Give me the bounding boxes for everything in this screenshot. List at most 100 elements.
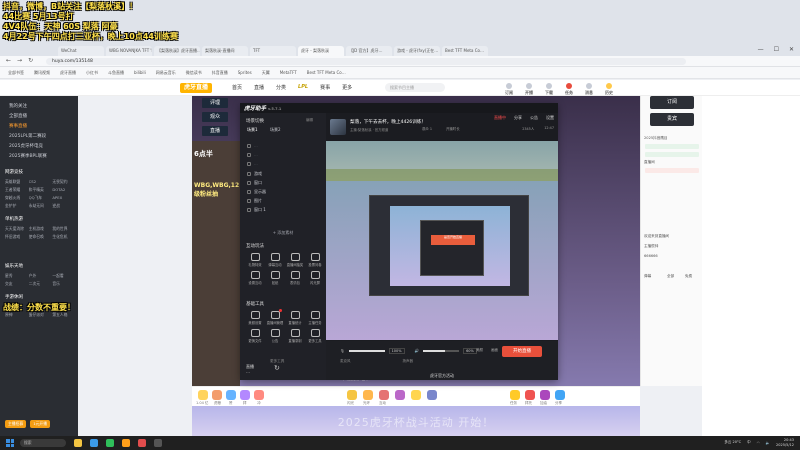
- category-link[interactable]: 逆战: [52, 203, 73, 209]
- bookmark[interactable]: 小红书: [86, 67, 98, 78]
- sidebar-item-all[interactable]: 全部直播: [5, 112, 73, 122]
- tool-button[interactable]: 闪光屏: [306, 271, 324, 285]
- bookmark[interactable]: 抖音直播: [212, 67, 228, 78]
- category-link[interactable]: 我的世界: [52, 226, 73, 232]
- start-stream-button[interactable]: 1元开播: [30, 420, 50, 428]
- tool-button[interactable]: 直播间管理: [266, 309, 284, 325]
- category-link[interactable]: 一起看: [52, 273, 73, 279]
- url-field[interactable]: huya.com/135148: [46, 58, 686, 65]
- bookmark[interactable]: MetaTFT: [280, 67, 297, 78]
- scene-edit-link[interactable]: 编辑: [306, 118, 313, 123]
- category-link[interactable]: QQ飞车: [29, 195, 50, 201]
- sidebar-item-follow[interactable]: 我的关注: [5, 102, 73, 112]
- category-link[interactable]: 使命召唤: [29, 234, 50, 240]
- sidebar-match[interactable]: 2025赛季BPL联赛: [5, 152, 73, 162]
- room-tag[interactable]: 评理: [202, 98, 228, 108]
- gift-icon[interactable]: [395, 390, 405, 400]
- tool-button[interactable]: 表情包: [286, 271, 304, 285]
- gift-icon[interactable]: [411, 390, 421, 400]
- browser-tab[interactable]: TFT: [250, 46, 296, 56]
- task-icon[interactable]: 任务: [565, 83, 573, 96]
- speaker-volume[interactable]: 60%: [463, 348, 477, 354]
- subscribe-icon[interactable]: 订阅: [505, 83, 513, 96]
- bookmark[interactable]: 腾讯视频: [34, 67, 50, 78]
- category-link[interactable]: 王者荣耀: [5, 187, 26, 193]
- app-icon[interactable]: [138, 439, 146, 447]
- scene-title[interactable]: 场景切换: [246, 118, 264, 124]
- category-link[interactable]: 主机游戏: [29, 226, 50, 232]
- gift-icon[interactable]: [427, 390, 437, 400]
- category-link[interactable]: 生化危机: [52, 234, 73, 240]
- tool-button[interactable]: 投票问卷: [306, 253, 324, 267]
- scene-tab[interactable]: 场景1: [247, 127, 258, 133]
- share-button[interactable]: 分享: [514, 115, 522, 121]
- category-link[interactable]: 户外: [29, 273, 50, 279]
- mic-icon[interactable]: 🎙: [340, 349, 345, 353]
- room-tag[interactable]: 直播: [202, 126, 228, 136]
- forward-icon[interactable]: →: [17, 57, 22, 64]
- category-link[interactable]: 怀旧游戏: [5, 234, 26, 240]
- nav-item[interactable]: 直播: [254, 84, 264, 91]
- category-link[interactable]: 金铲铲: [5, 203, 26, 209]
- source-item[interactable]: ...: [247, 143, 258, 148]
- app-icon[interactable]: [154, 439, 162, 447]
- file-explorer-icon[interactable]: [74, 439, 82, 447]
- stream-title[interactable]: 梨落，下午去去杯，晚上4426训练！: [350, 119, 426, 125]
- input-language[interactable]: 中: [747, 440, 751, 445]
- start-stream-button[interactable]: 开始直播: [502, 346, 542, 357]
- category-link[interactable]: 英雄联盟: [5, 179, 26, 185]
- browser-tab[interactable]: Best TFT Meta Co…: [442, 46, 488, 56]
- bookmark[interactable]: 网易云音乐: [156, 67, 176, 78]
- refresh-icon[interactable]: ↻: [274, 364, 280, 372]
- nav-item[interactable]: 更多: [342, 84, 352, 91]
- huya-icon[interactable]: [122, 439, 130, 447]
- bookmark[interactable]: 微信读书: [186, 67, 202, 78]
- weather[interactable]: 多云 20°C: [724, 440, 741, 445]
- browser-tab[interactable]: WeChat: [58, 46, 104, 56]
- live-status[interactable]: 直播中: [494, 115, 506, 121]
- sidebar-match[interactable]: 2025LPL第二赛段: [5, 132, 73, 142]
- beauty-button[interactable]: 美颜: [476, 348, 483, 353]
- gift-icon[interactable]: [510, 390, 520, 400]
- speaker-icon[interactable]: 🔊: [415, 349, 419, 353]
- chat-tab[interactable]: 免费: [685, 274, 692, 279]
- subscribe-button[interactable]: 订阅: [650, 96, 694, 109]
- bookmark[interactable]: Best TFT Meta Co…: [307, 67, 346, 78]
- avatar[interactable]: [330, 119, 346, 135]
- sidebar-item-matches[interactable]: 赛事直播: [5, 122, 73, 132]
- reload-icon[interactable]: ↻: [28, 57, 33, 64]
- tool-button[interactable]: 公告: [266, 329, 284, 343]
- bookmark[interactable]: 全部书签: [8, 67, 24, 78]
- gift-icon[interactable]: [212, 390, 222, 400]
- tool-button[interactable]: 直播录制: [286, 329, 304, 343]
- chat-tab[interactable]: 弹幕: [644, 274, 651, 279]
- source-item[interactable]: ...: [247, 152, 258, 157]
- room-tag[interactable]: 观众: [202, 112, 228, 122]
- source-item[interactable]: ...: [247, 161, 258, 166]
- minimize-icon[interactable]: —: [758, 46, 764, 53]
- tool-button[interactable]: 贴纸: [266, 271, 284, 285]
- tool-button[interactable]: 主播任务: [306, 311, 324, 325]
- tool-button[interactable]: 设置互动: [246, 271, 264, 285]
- bookmark[interactable]: Sprites: [238, 67, 252, 78]
- tool-button[interactable]: 礼物特效: [246, 253, 264, 267]
- speaker-slider[interactable]: [423, 350, 460, 352]
- add-source-button[interactable]: + 添加素材: [246, 229, 320, 237]
- browser-tab-active[interactable]: 虎牙 - 梨落秋溪: [298, 46, 344, 56]
- category-link[interactable]: DOTA2: [52, 187, 73, 193]
- browser-tab[interactable]: 游戏 - 虎牙(fxy)正在…: [394, 46, 440, 56]
- mic-volume[interactable]: 100%: [388, 348, 405, 354]
- category-link[interactable]: 二次元: [29, 281, 50, 287]
- download-icon[interactable]: 下载: [545, 83, 553, 96]
- category-link[interactable]: 和平精英: [29, 187, 50, 193]
- nav-item[interactable]: LPL: [298, 84, 308, 91]
- message-icon[interactable]: 消息: [585, 83, 593, 96]
- huya-logo[interactable]: 虎牙直播: [180, 83, 213, 93]
- volume-icon[interactable]: 🔈: [766, 441, 770, 445]
- scene-tab[interactable]: 场景2: [270, 127, 281, 133]
- gift-icon[interactable]: [379, 390, 389, 400]
- gift-icon[interactable]: [347, 390, 357, 400]
- gift-icon[interactable]: [540, 390, 550, 400]
- tool-button[interactable]: 直播统计: [286, 311, 304, 325]
- chat-tab[interactable]: 全部: [667, 274, 674, 279]
